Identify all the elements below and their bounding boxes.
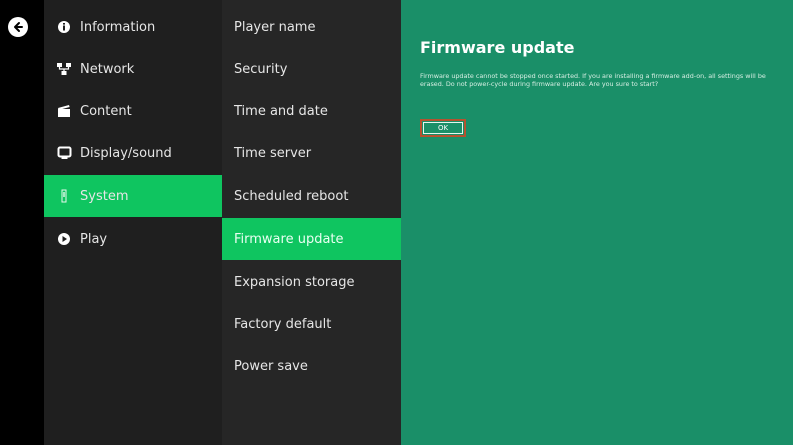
firmware-update-panel: Firmware update Firmware update cannot b… <box>401 0 793 445</box>
submenu-item-label: Expansion storage <box>234 274 355 290</box>
monitor-icon <box>56 145 72 161</box>
menu-item-label: System <box>80 188 129 204</box>
submenu-item-label: Firmware update <box>234 231 344 247</box>
menu-item-label: Content <box>80 103 132 119</box>
submenu-item-label: Security <box>234 61 288 77</box>
panel-title: Firmware update <box>420 38 575 57</box>
menu-item-label: Display/sound <box>80 145 172 161</box>
ok-button-label: OK <box>423 122 463 134</box>
menu-item-play[interactable]: Play <box>44 218 222 260</box>
submenu-item-label: Time server <box>234 145 312 161</box>
submenu-item-expansion-storage[interactable]: Expansion storage <box>222 261 401 303</box>
menu-item-system[interactable]: System <box>44 175 222 217</box>
back-column <box>0 0 44 445</box>
submenu-item-label: Time and date <box>234 103 328 119</box>
menu-item-display-sound[interactable]: Display/sound <box>44 132 222 174</box>
menu-item-information[interactable]: Information <box>44 6 222 48</box>
back-button[interactable] <box>8 17 28 37</box>
submenu-item-scheduled-reboot[interactable]: Scheduled reboot <box>222 175 401 217</box>
submenu-item-label: Power save <box>234 358 308 374</box>
submenu-item-label: Scheduled reboot <box>234 188 349 204</box>
panel-message: Firmware update cannot be stopped once s… <box>420 72 766 89</box>
menu-item-label: Network <box>80 61 135 77</box>
submenu-item-time-server[interactable]: Time server <box>222 132 401 174</box>
ok-button[interactable]: OK <box>420 119 466 137</box>
submenu: Player name Security Time and date Time … <box>222 0 401 445</box>
submenu-item-power-save[interactable]: Power save <box>222 345 401 387</box>
submenu-item-label: Player name <box>234 19 316 35</box>
menu-item-label: Information <box>80 19 156 35</box>
main-menu: Information Network Content Display/soun… <box>44 0 222 445</box>
submenu-item-factory-default[interactable]: Factory default <box>222 303 401 345</box>
play-icon <box>56 231 72 247</box>
submenu-item-security[interactable]: Security <box>222 48 401 90</box>
network-icon <box>56 61 72 77</box>
clapperboard-icon <box>56 103 72 119</box>
menu-item-label: Play <box>80 231 108 247</box>
system-icon <box>56 188 72 204</box>
arrow-left-icon <box>14 22 23 32</box>
submenu-item-time-and-date[interactable]: Time and date <box>222 90 401 132</box>
menu-item-network[interactable]: Network <box>44 48 222 90</box>
submenu-item-player-name[interactable]: Player name <box>222 6 401 48</box>
menu-item-content[interactable]: Content <box>44 90 222 132</box>
info-icon <box>56 19 72 35</box>
submenu-item-firmware-update[interactable]: Firmware update <box>222 218 401 260</box>
submenu-item-label: Factory default <box>234 316 332 332</box>
